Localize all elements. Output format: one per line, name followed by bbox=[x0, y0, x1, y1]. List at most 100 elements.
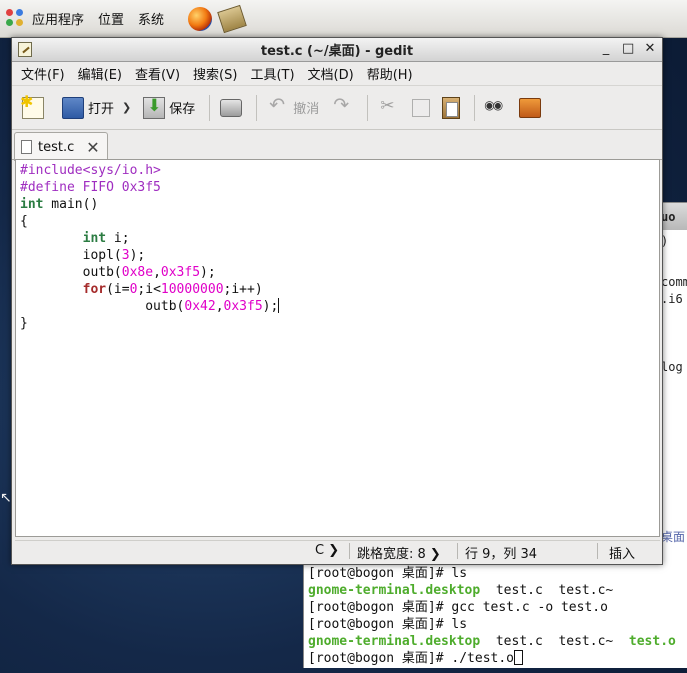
code-token: 0x3f5 bbox=[223, 299, 263, 314]
code-editor[interactable]: #include<sys/io.h> #define FIFO 0x3f5 int … bbox=[15, 159, 660, 537]
redo-icon bbox=[331, 94, 353, 119]
terminal-output[interactable]: [root@bogon 桌面]# ls gnome-terminal.deskto… bbox=[308, 565, 687, 667]
applications-menu[interactable]: 应用程序 bbox=[6, 8, 84, 29]
terminal-text: test.c test.c~ bbox=[480, 634, 629, 649]
mail-client-icon[interactable] bbox=[217, 4, 247, 33]
menu-help[interactable]: 帮助(H) bbox=[362, 64, 418, 83]
close-tab-icon[interactable]: ✕ bbox=[86, 138, 99, 157]
places-menu-label: 位置 bbox=[98, 13, 125, 28]
tab-width-selector[interactable]: 跳格宽度: 8 ❯ bbox=[357, 543, 441, 562]
toolbar-separator bbox=[474, 94, 476, 121]
terminal-text: [root@bogon 桌面]# gcc test.c -o test.o bbox=[308, 600, 608, 615]
code-token: } bbox=[20, 316, 28, 331]
status-separator bbox=[597, 543, 598, 559]
tab-test-c[interactable]: test.c ✕ bbox=[14, 132, 108, 161]
terminal-text: test.o bbox=[628, 634, 676, 649]
code-token: outb( bbox=[20, 299, 185, 314]
menu-search[interactable]: 搜索(S) bbox=[188, 64, 242, 83]
terminal-text: test.c test.c~ bbox=[480, 583, 614, 598]
code-token: 0x42 bbox=[184, 299, 216, 314]
code-token: ); bbox=[200, 265, 216, 280]
menu-file[interactable]: 文件(F) bbox=[16, 64, 70, 83]
code-line: for(i=0;i<10000000;i++) bbox=[20, 281, 659, 298]
code-line: int main() bbox=[20, 196, 659, 213]
save-button-label: 保存 bbox=[169, 102, 196, 117]
menu-bar: 文件(F) 编辑(E) 查看(V) 搜索(S) 工具(T) 文档(D) 帮助(H… bbox=[12, 62, 662, 86]
gedit-window[interactable]: test.c (~/桌面) - gedit _ □ ✕ 文件(F) 编辑(E) … bbox=[11, 37, 663, 565]
text-file-icon bbox=[21, 140, 32, 154]
save-icon bbox=[143, 96, 166, 119]
toolbar-separator bbox=[209, 94, 211, 121]
code-token: outb( bbox=[20, 265, 122, 280]
terminal-line: [root@bogon 桌面]# ./test.o bbox=[308, 650, 687, 667]
paste-button[interactable] bbox=[438, 92, 464, 124]
code-token: , bbox=[153, 265, 161, 280]
replace-button[interactable] bbox=[515, 92, 545, 124]
window-title: test.c (~/桌面) - gedit bbox=[260, 44, 414, 59]
gnome-foot-icon bbox=[6, 8, 26, 29]
places-menu[interactable]: 位置 bbox=[98, 9, 124, 28]
window-titlebar[interactable]: test.c (~/桌面) - gedit _ □ ✕ bbox=[12, 38, 662, 62]
code-token: ;i< bbox=[137, 282, 161, 297]
undo-button[interactable]: 撤消 bbox=[263, 92, 323, 124]
code-token: iopl( bbox=[20, 248, 122, 263]
open-button-label: 打开 bbox=[88, 102, 115, 117]
copy-icon bbox=[412, 98, 431, 117]
cursor-position: 行 9，列 34 bbox=[465, 547, 538, 562]
terminal-fragment: comm bbox=[661, 275, 687, 289]
redo-button[interactable] bbox=[327, 92, 357, 124]
minimize-icon[interactable]: _ bbox=[600, 41, 612, 57]
terminal-text: [root@bogon 桌面]# ./test.o bbox=[308, 651, 515, 666]
gedit-app-icon bbox=[18, 42, 32, 57]
terminal-line: gnome-terminal.desktop test.c test.c~ te… bbox=[308, 633, 687, 650]
language-selector[interactable]: C ❯ bbox=[315, 543, 339, 558]
save-button[interactable]: 保存 bbox=[139, 92, 199, 124]
find-replace-icon bbox=[519, 97, 542, 118]
code-token: (i= bbox=[106, 282, 130, 297]
chevron-down-icon[interactable]: ❯ bbox=[122, 101, 131, 114]
binoculars-icon bbox=[484, 97, 507, 119]
code-content[interactable]: #include<sys/io.h> #define FIFO 0x3f5 int … bbox=[16, 160, 659, 332]
cut-button[interactable] bbox=[374, 92, 404, 124]
terminal-fragment: .i6 bbox=[661, 292, 683, 306]
toolbar-separator bbox=[367, 94, 369, 121]
system-menu[interactable]: 系统 bbox=[138, 9, 164, 28]
terminal-line: gnome-terminal.desktop test.c test.c~ bbox=[308, 582, 687, 599]
code-token: #include<sys/io.h> bbox=[20, 163, 161, 178]
code-token: int bbox=[82, 231, 107, 246]
code-token: 10000000 bbox=[160, 282, 224, 297]
folder-icon bbox=[62, 96, 84, 119]
code-line: { bbox=[20, 213, 659, 230]
undo-button-label: 撤消 bbox=[293, 102, 320, 117]
code-token: 3 bbox=[121, 248, 130, 263]
print-button[interactable] bbox=[216, 92, 246, 124]
copy-button[interactable] bbox=[408, 92, 434, 124]
open-button[interactable]: 打开 ❯ bbox=[58, 92, 135, 124]
code-token: { bbox=[20, 214, 28, 229]
menu-edit[interactable]: 编辑(E) bbox=[73, 64, 127, 83]
undo-icon bbox=[267, 94, 289, 119]
status-separator bbox=[349, 543, 350, 559]
code-line: #include<sys/io.h> bbox=[20, 162, 659, 179]
code-line: outb(0x42,0x3f5); bbox=[20, 298, 659, 315]
terminal-text: gnome-terminal.desktop bbox=[308, 583, 481, 598]
document-tabs: test.c ✕ bbox=[12, 130, 662, 161]
top-panel: 应用程序 位置 系统 bbox=[0, 0, 687, 38]
new-document-button[interactable] bbox=[18, 92, 48, 124]
menu-tools[interactable]: 工具(T) bbox=[245, 64, 299, 83]
find-button[interactable] bbox=[481, 92, 511, 124]
tab-label: test.c bbox=[38, 139, 75, 155]
firefox-icon[interactable] bbox=[188, 6, 213, 31]
maximize-icon[interactable]: □ bbox=[622, 41, 634, 57]
menu-view[interactable]: 查看(V) bbox=[130, 64, 185, 83]
code-token: , bbox=[215, 299, 224, 314]
code-token: ); bbox=[262, 299, 279, 314]
toolbar-separator bbox=[256, 94, 258, 121]
menu-documents[interactable]: 文档(D) bbox=[303, 64, 359, 83]
scissors-icon bbox=[378, 96, 400, 119]
toolbar: 打开 ❯ 保存 撤消 bbox=[12, 86, 662, 130]
close-icon[interactable]: ✕ bbox=[644, 41, 656, 57]
status-separator bbox=[457, 543, 458, 559]
code-token: 0x8e bbox=[121, 265, 154, 280]
text-cursor bbox=[278, 298, 280, 313]
